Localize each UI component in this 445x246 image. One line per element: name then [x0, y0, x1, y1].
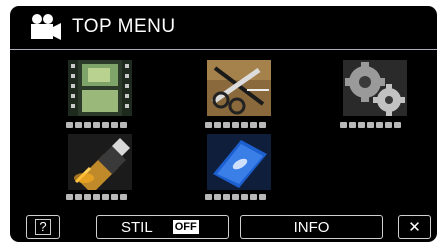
camera-menu-screen: TOP MENU ? STIL OFF INFO ✕ [10, 6, 437, 242]
tile-label-edit [205, 122, 266, 128]
film-strip-icon [68, 60, 132, 116]
info-label: INFO [293, 218, 330, 236]
movie-camera-icon [31, 14, 61, 40]
title-bar: TOP MENU [10, 6, 437, 48]
stil-label: STIL [121, 218, 153, 236]
menu-tile-connection[interactable] [68, 134, 132, 194]
info-button[interactable]: INFO [240, 215, 383, 239]
stil-status-badge: OFF [172, 220, 199, 234]
close-button[interactable]: ✕ [398, 215, 431, 239]
close-icon: ✕ [408, 219, 421, 236]
menu-tile-disc[interactable] [207, 134, 271, 190]
tile-label-disc [205, 194, 266, 200]
menu-tile-settings[interactable] [343, 60, 407, 116]
blue-disc-icon [207, 134, 271, 190]
page-title: TOP MENU [72, 16, 176, 37]
title-divider [10, 49, 437, 50]
menu-tile-video[interactable] [68, 60, 132, 116]
help-button[interactable]: ? [26, 215, 60, 239]
tile-label-video [66, 122, 127, 128]
scissors-editing-icon [207, 60, 271, 116]
menu-tile-edit[interactable] [207, 60, 271, 116]
gear-settings-icon [343, 60, 407, 116]
help-icon: ? [35, 219, 51, 235]
stil-toggle-button[interactable]: STIL OFF [96, 215, 229, 239]
bottom-button-bar: ? STIL OFF INFO ✕ [10, 212, 437, 242]
tile-label-connection [66, 194, 127, 200]
usb-connector-icon [68, 134, 132, 194]
tile-label-settings [340, 122, 401, 128]
